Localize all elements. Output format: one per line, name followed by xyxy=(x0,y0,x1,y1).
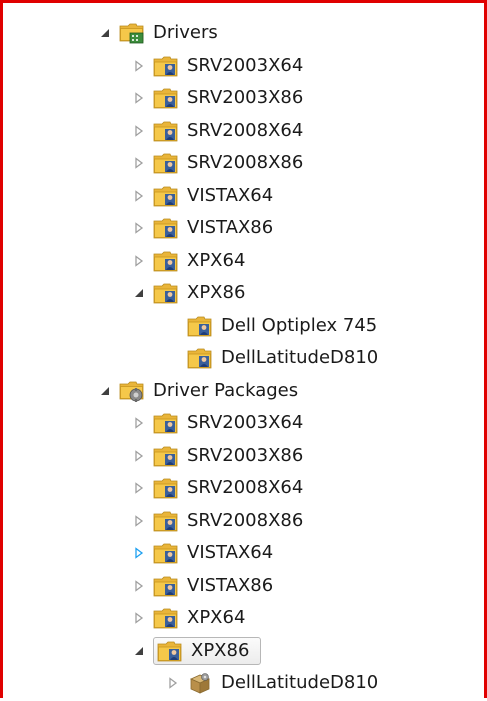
expanded-arrow-icon[interactable] xyxy=(99,27,111,39)
collapsed-arrow-icon[interactable] xyxy=(133,189,145,202)
folder-icon xyxy=(153,509,179,533)
tree-node-label: XPX64 xyxy=(187,607,246,628)
collapsed-arrow-icon[interactable] xyxy=(133,157,145,169)
folder-icon xyxy=(153,184,179,208)
folder-icon xyxy=(153,541,179,565)
tree-node-srv2003x86[interactable]: SRV2003X86 xyxy=(3,83,473,113)
tree-node-label: SRV2003X86 xyxy=(187,87,304,108)
tree-node-label: VISTAX86 xyxy=(187,217,274,238)
tree-node-label: VISTAX64 xyxy=(187,542,274,563)
folder-icon xyxy=(153,476,179,500)
tree-node-srv2008x86[interactable]: SRV2008X86 xyxy=(3,506,473,536)
collapsed-arrow-icon[interactable] xyxy=(133,514,145,527)
folder-icon xyxy=(187,314,213,338)
tree-node-label: Driver Packages xyxy=(153,379,299,401)
collapsed-arrow-icon[interactable] xyxy=(167,677,179,689)
tree-node-label: SRV2003X64 xyxy=(187,54,304,76)
folder-icon xyxy=(153,216,179,240)
drivers-root-icon xyxy=(119,21,145,45)
tree-node-delllatituded810[interactable]: DellLatitudeD810 xyxy=(3,343,473,373)
tree-node-driver-packages[interactable]: Driver Packages xyxy=(3,376,473,406)
tree-node-xpx64[interactable]: XPX64 xyxy=(3,603,473,633)
collapsed-arrow-icon[interactable] xyxy=(133,222,145,234)
expanded-arrow-icon[interactable] xyxy=(99,385,111,397)
tree-node-label: SRV2003X86 xyxy=(187,444,304,466)
folder-icon xyxy=(157,639,183,663)
folder-icon xyxy=(153,606,179,630)
tree-node-srv2003x86[interactable]: SRV2003X86 xyxy=(3,441,473,471)
collapsed-arrow-icon[interactable] xyxy=(133,612,145,624)
tree-node-xpx64[interactable]: XPX64 xyxy=(3,246,473,276)
tree-node-label: Drivers xyxy=(153,22,218,43)
collapsed-arrow-icon[interactable] xyxy=(133,59,145,72)
tree-node-label: SRV2008X64 xyxy=(187,477,304,498)
tree-node-label: DellLatitudeD810 xyxy=(221,672,379,693)
collapsed-arrow-icon[interactable] xyxy=(133,482,145,494)
collapsed-arrow-icon[interactable] xyxy=(133,124,145,137)
tree-node-drivers[interactable]: Drivers xyxy=(3,18,473,48)
tree-node-label: SRV2003X64 xyxy=(187,412,304,433)
tree-node-label: XPX86 xyxy=(187,282,246,303)
tree-view[interactable]: Drivers SRV2003X64 SRV2003X86 SRV2008X64 SRV… xyxy=(3,3,487,701)
folder-icon xyxy=(153,444,179,468)
tree-node-xpx86[interactable]: XPX86 xyxy=(3,636,473,666)
collapsed-arrow-icon[interactable] xyxy=(133,449,145,462)
tree-node-srv2003x64[interactable]: SRV2003X64 xyxy=(3,51,473,81)
collapsed-arrow-icon[interactable] xyxy=(133,254,145,267)
tree-node-dell-optiplex-745[interactable]: Dell Optiplex 745 xyxy=(3,311,473,341)
folder-icon xyxy=(153,281,179,305)
folder-icon xyxy=(153,54,179,78)
tree-view-frame: Drivers SRV2003X64 SRV2003X86 SRV2008X64 SRV… xyxy=(0,0,487,698)
collapsed-arrow-icon[interactable] xyxy=(133,579,145,592)
tree-node-vistax86[interactable]: VISTAX86 xyxy=(3,571,473,601)
folder-icon xyxy=(153,249,179,273)
tree-node-label: XPX86 xyxy=(191,639,250,661)
folder-icon xyxy=(153,411,179,435)
tree-node-vistax64[interactable]: VISTAX64 xyxy=(3,538,473,568)
tree-node-xpx86[interactable]: XPX86 xyxy=(3,278,473,308)
expanded-arrow-icon[interactable] xyxy=(133,645,145,657)
collapsed-arrow-icon[interactable] xyxy=(133,547,145,559)
folder-icon xyxy=(153,86,179,110)
tree-node-srv2008x86[interactable]: SRV2008X86 xyxy=(3,148,473,178)
tree-node-label: VISTAX86 xyxy=(187,574,274,596)
tree-node-label: VISTAX64 xyxy=(187,184,274,206)
tree-node-srv2008x64[interactable]: SRV2008X64 xyxy=(3,116,473,146)
tree-node-srv2003x64[interactable]: SRV2003X64 xyxy=(3,408,473,438)
tree-node-vistax86[interactable]: VISTAX86 xyxy=(3,213,473,243)
tree-node-label: XPX64 xyxy=(187,249,246,271)
tree-node-srv2008x64[interactable]: SRV2008X64 xyxy=(3,473,473,503)
collapsed-arrow-icon[interactable] xyxy=(133,417,145,429)
collapsed-arrow-icon[interactable] xyxy=(133,92,145,104)
tree-node-label: DellLatitudeD810 xyxy=(221,347,379,368)
tree-node-label: SRV2008X86 xyxy=(187,152,304,173)
tree-node-label: SRV2008X64 xyxy=(187,119,304,141)
expanded-arrow-icon[interactable] xyxy=(133,287,145,299)
folder-icon xyxy=(153,574,179,598)
tree-node-label: Dell Optiplex 745 xyxy=(221,314,378,336)
folder-icon xyxy=(187,346,213,370)
driver-packages-root-icon xyxy=(119,379,145,403)
folder-icon xyxy=(153,151,179,175)
tree-node-vistax64[interactable]: VISTAX64 xyxy=(3,181,473,211)
package-icon xyxy=(187,671,213,695)
tree-node-delllatituded810[interactable]: DellLatitudeD810 xyxy=(3,668,473,698)
folder-icon xyxy=(153,119,179,143)
tree-node-label: SRV2008X86 xyxy=(187,509,304,531)
